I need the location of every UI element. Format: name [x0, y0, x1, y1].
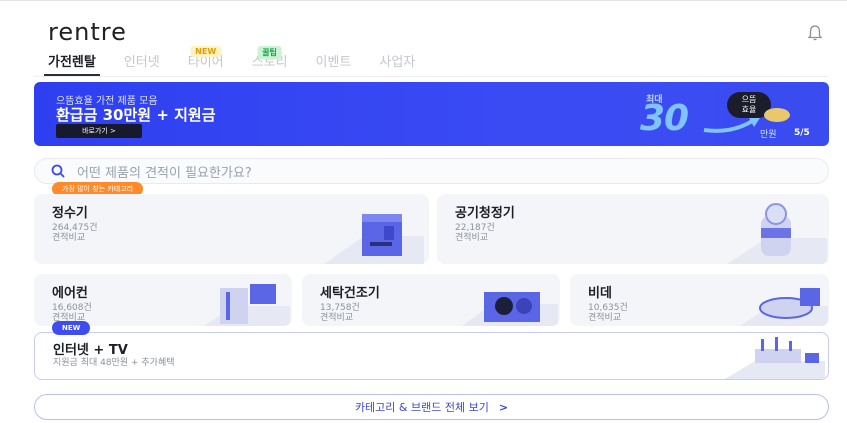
card-sub: 견적비교	[588, 313, 622, 323]
category-card-air-purifier[interactable]: 공기청정기 22,187건 견적비교	[437, 194, 829, 264]
chevron-right-icon: >	[498, 400, 509, 414]
category-card-bidet[interactable]: 비데 10,635건 견적비교	[570, 274, 829, 326]
card-title: 정수기	[52, 206, 88, 221]
washer-dryer-icon	[462, 292, 558, 326]
view-all-categories-button[interactable]: 카테고리 & 브랜드 전체 보기 >	[34, 394, 829, 420]
card-sub: 지원금 최대 48만원 + 추가혜택	[53, 358, 175, 368]
banner-page-indicator: 5/5	[794, 128, 810, 138]
tab-internet[interactable]: 인터넷	[110, 46, 174, 76]
top-divider	[0, 0, 847, 4]
app-logo[interactable]: rentre	[48, 18, 127, 46]
category-tabs: 가전렌탈 인터넷 NEW 타이어 꿀팁 스토리 이벤트 사업자	[34, 46, 429, 77]
tab-divider	[34, 76, 829, 77]
card-title: 비데	[588, 286, 612, 301]
tab-business[interactable]: 사업자	[365, 46, 429, 76]
category-card-washer-dryer[interactable]: 세탁건조기 13,758건 견적비교	[302, 274, 560, 326]
banner-unit: 만원	[760, 130, 777, 140]
air-purifier-icon	[727, 203, 827, 264]
promo-banner[interactable]: 으뜸효율 가전 제품 모음 환급금 30만원 + 지원금 바로가기 > 최대 3…	[34, 82, 829, 146]
button-label: 카테고리 & 브랜드 전체 보기	[354, 401, 489, 414]
category-card-air-conditioner[interactable]: 에어컨 16,608건 견적비교	[34, 274, 292, 326]
banner-amount: 30	[640, 98, 689, 139]
card-sub: 견적비교	[52, 233, 86, 243]
bubble-line: 으뜸	[741, 95, 757, 104]
tab-event[interactable]: 이벤트	[302, 46, 366, 76]
card-sub: 견적비교	[455, 233, 489, 243]
tip-badge: 꿀팁	[257, 46, 282, 59]
search-icon	[51, 164, 65, 178]
banner-title: 환급금 30만원 + 지원금	[56, 106, 216, 124]
new-badge: NEW	[190, 46, 222, 57]
tab-label: 인터넷	[123, 55, 160, 70]
bidet-icon	[740, 288, 828, 326]
search-input[interactable]: 어떤 제품의 견적이 필요한가요?	[34, 158, 829, 184]
card-sub: 견적비교	[320, 313, 354, 323]
tab-tire[interactable]: NEW 타이어	[174, 46, 238, 76]
card-title: 세탁건조기	[320, 286, 380, 301]
new-badge: NEW	[52, 321, 91, 335]
bell-icon[interactable]	[806, 24, 824, 42]
air-conditioner-icon	[204, 284, 290, 326]
tab-label: 이벤트	[315, 55, 352, 70]
router-icon	[725, 337, 825, 379]
banner-go-button[interactable]: 바로가기 >	[56, 124, 142, 138]
tab-story[interactable]: 꿀팁 스토리	[238, 46, 302, 76]
tab-appliance-rental[interactable]: 가전렌탈	[34, 46, 110, 77]
category-card-water-purifier[interactable]: 정수기 264,475건 견적비교	[34, 194, 429, 264]
internet-tv-card[interactable]: 인터넷 + TV 지원금 최대 48만원 + 추가혜택	[34, 332, 829, 380]
tab-label: 가전렌탈	[48, 55, 96, 70]
card-title: 에어컨	[52, 286, 88, 301]
water-purifier-icon	[324, 214, 424, 264]
search-placeholder: 어떤 제품의 견적이 필요한가요?	[77, 165, 252, 181]
coin-icon	[764, 108, 790, 122]
card-title: 공기청정기	[455, 206, 515, 221]
tab-label: 사업자	[379, 55, 416, 70]
